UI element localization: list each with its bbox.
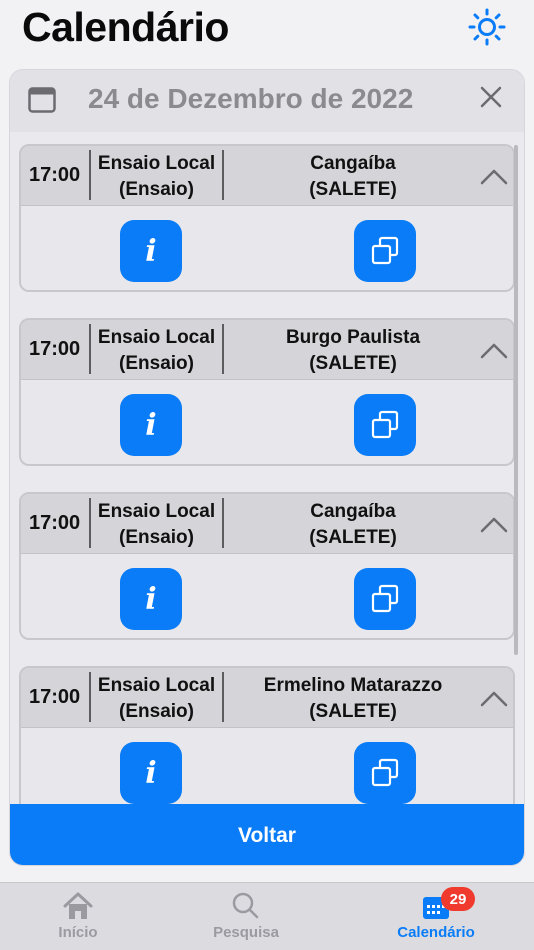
close-icon[interactable] — [476, 82, 506, 112]
event-card: 17:00 Ensaio Local (Ensaio) Burgo Paulis… — [19, 318, 515, 466]
event-place-line1: Cangaíba — [310, 501, 396, 522]
event-time: 17:00 — [29, 512, 81, 534]
event-time: 17:00 — [29, 338, 81, 360]
event-place: Burgo Paulista (SALETE) — [224, 325, 482, 377]
back-button[interactable]: Voltar — [10, 804, 524, 865]
event-info-button[interactable]: i — [120, 220, 182, 282]
tab-label: Calendário — [397, 924, 475, 941]
event-place-line1: Burgo Paulista — [285, 327, 421, 348]
event-card: 17:00 Ensaio Local (Ensaio) Cangaíba (SA… — [19, 492, 515, 640]
event-type-line1: Ensaio Local — [97, 327, 216, 348]
event-info-button[interactable]: i — [120, 394, 182, 456]
event-info-button[interactable]: i — [120, 568, 182, 630]
chevron-up-icon[interactable] — [479, 166, 509, 186]
event-place: Ermelino Matarazzo (SALETE) — [224, 673, 482, 725]
info-icon: i — [145, 407, 157, 443]
event-place-line1: Ermelino Matarazzo — [263, 675, 443, 696]
event-place: Cangaíba (SALETE) — [224, 499, 482, 551]
home-icon — [63, 892, 93, 919]
tab-calendar[interactable]: 29 Calendário — [390, 883, 482, 950]
event-copy-button[interactable] — [354, 220, 416, 282]
event-card: 17:00 Ensaio Local (Ensaio) Ermelino Mat… — [19, 666, 515, 806]
copy-icon — [371, 758, 399, 787]
event-card: 17:00 Ensaio Local (Ensaio) Cangaíba (SA… — [19, 144, 515, 292]
tab-label: Início — [58, 924, 98, 941]
event-card-header[interactable]: 17:00 Ensaio Local (Ensaio) Cangaíba (SA… — [21, 146, 513, 206]
tab-home[interactable]: Início — [42, 883, 114, 950]
page-title: Calendário — [22, 4, 229, 50]
event-info-button[interactable]: i — [120, 742, 182, 804]
event-place-line1: Cangaíba — [310, 153, 396, 174]
info-icon: i — [145, 233, 157, 269]
tab-label: Pesquisa — [213, 924, 279, 941]
event-type: Ensaio Local (Ensaio) — [91, 499, 222, 551]
event-type-line1: Ensaio Local — [97, 675, 216, 696]
event-type-line2: (Ensaio) — [119, 353, 194, 374]
event-copy-button[interactable] — [354, 742, 416, 804]
event-type-line2: (Ensaio) — [119, 179, 194, 200]
search-icon — [232, 892, 259, 919]
chevron-up-icon[interactable] — [479, 688, 509, 708]
event-type: Ensaio Local (Ensaio) — [91, 673, 222, 725]
copy-icon — [371, 236, 399, 265]
copy-icon — [371, 410, 399, 439]
event-type-line1: Ensaio Local — [97, 153, 216, 174]
event-copy-button[interactable] — [354, 568, 416, 630]
event-card-header[interactable]: 17:00 Ensaio Local (Ensaio) Burgo Paulis… — [21, 320, 513, 380]
notification-badge: 29 — [441, 887, 475, 911]
event-type-line1: Ensaio Local — [97, 501, 216, 522]
copy-icon — [371, 584, 399, 613]
event-copy-button[interactable] — [354, 394, 416, 456]
event-type-line2: (Ensaio) — [119, 527, 194, 548]
info-icon: i — [145, 581, 157, 617]
event-card-header[interactable]: 17:00 Ensaio Local (Ensaio) Cangaíba (SA… — [21, 494, 513, 554]
chevron-up-icon[interactable] — [479, 514, 509, 534]
event-place-line2: (SALETE) — [309, 527, 397, 548]
chevron-up-icon[interactable] — [479, 340, 509, 360]
theme-toggle-button[interactable] — [466, 6, 508, 48]
day-events-modal: 24 de Dezembro de 2022 17:00 Ensaio Loca… — [9, 69, 525, 866]
events-list[interactable]: 17:00 Ensaio Local (Ensaio) Cangaíba (SA… — [10, 132, 524, 806]
app-header: Calendário — [0, 0, 534, 60]
event-place-line2: (SALETE) — [309, 353, 397, 374]
event-time: 17:00 — [29, 686, 81, 708]
tab-bar: Início Pesquisa 29 Calendário — [0, 882, 534, 950]
event-place-line2: (SALETE) — [309, 179, 397, 200]
event-time: 17:00 — [29, 164, 81, 186]
info-icon: i — [145, 755, 157, 791]
list-scrollbar[interactable] — [514, 145, 518, 655]
event-place: Cangaíba (SALETE) — [224, 151, 482, 203]
tab-search[interactable]: Pesquisa — [206, 883, 286, 950]
modal-date-title: 24 de Dezembro de 2022 — [88, 83, 414, 114]
event-type: Ensaio Local (Ensaio) — [91, 325, 222, 377]
event-card-header[interactable]: 17:00 Ensaio Local (Ensaio) Ermelino Mat… — [21, 668, 513, 728]
event-type: Ensaio Local (Ensaio) — [91, 151, 222, 203]
event-type-line2: (Ensaio) — [119, 701, 194, 722]
modal-header: 24 de Dezembro de 2022 — [10, 70, 524, 132]
calendar-tab-icon-wrap: 29 — [419, 887, 475, 921]
calendar-outline-icon — [28, 87, 56, 113]
sun-icon — [468, 8, 506, 46]
event-place-line2: (SALETE) — [309, 701, 397, 722]
